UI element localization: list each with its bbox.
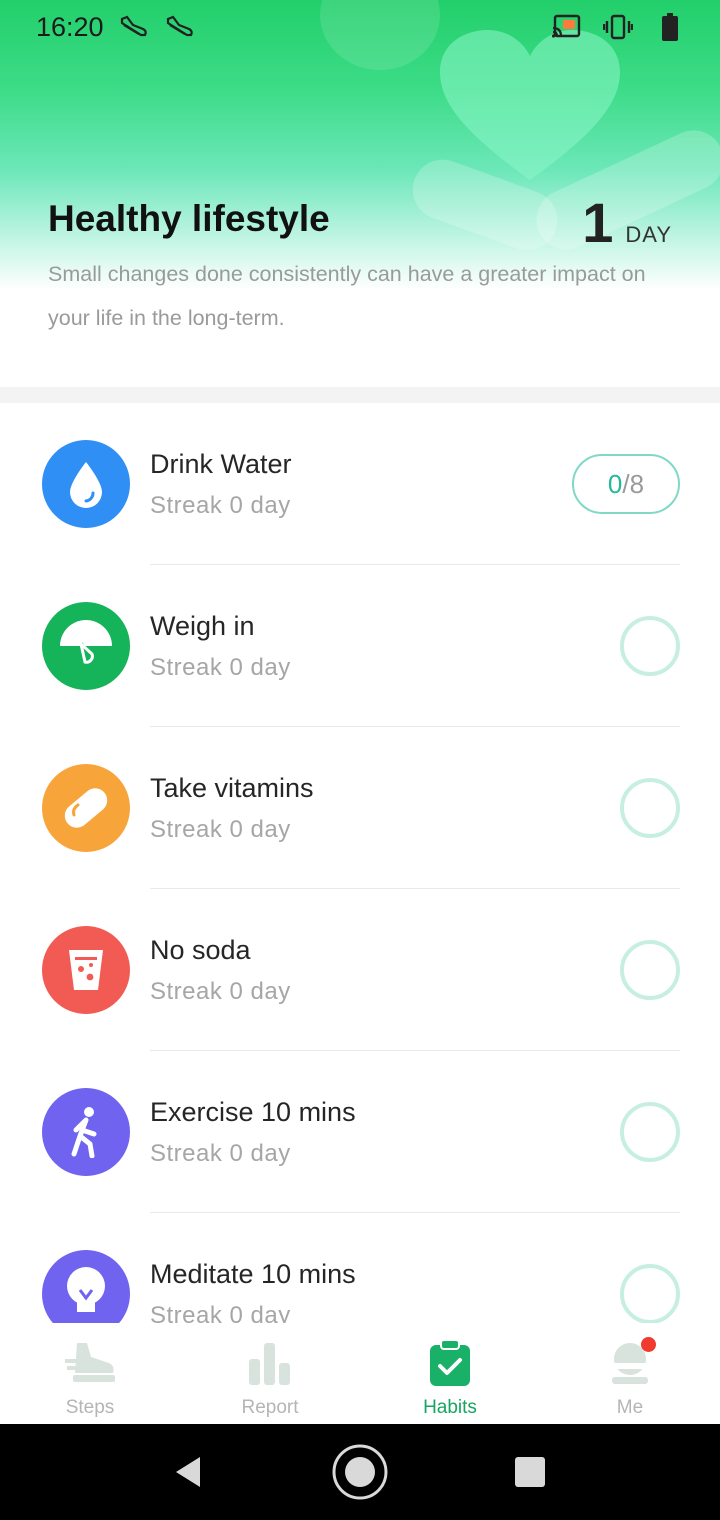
scale-icon [42, 602, 130, 690]
tab-label: Steps [65, 1397, 115, 1418]
bottom-tab-bar: Steps Report Habits Me [0, 1323, 720, 1424]
bar-chart-icon [242, 1335, 298, 1391]
tab-habits[interactable]: Habits [360, 1323, 540, 1424]
lightbulb-icon [42, 1250, 130, 1323]
habit-streak: Streak 0 day [150, 492, 291, 519]
counter-separator: / [622, 468, 630, 499]
status-bar: 16:20 [0, 0, 720, 54]
water-counter-button[interactable]: 0/8 [572, 454, 680, 514]
counter-total: 8 [629, 468, 645, 499]
battery-icon [654, 11, 686, 43]
habit-check-button[interactable] [620, 778, 680, 838]
page-subtitle: Small changes done consistently can have… [48, 262, 646, 330]
habit-check-button[interactable] [620, 1264, 680, 1323]
day-count-number: 1 [582, 191, 614, 254]
habit-item-take-vitamins[interactable]: Take vitamins Streak 0 day [0, 727, 720, 889]
habit-streak: Streak 0 day [150, 816, 291, 843]
tab-label: Report [241, 1397, 299, 1418]
habit-item-weigh-in[interactable]: Weigh in Streak 0 day [0, 565, 720, 727]
habit-item-exercise[interactable]: Exercise 10 mins Streak 0 day [0, 1051, 720, 1213]
vibrate-icon [602, 11, 634, 43]
water-drop-icon [42, 440, 130, 528]
habit-name: Take vitamins [150, 773, 314, 803]
habit-name: No soda [150, 935, 251, 965]
cast-icon [550, 11, 582, 43]
section-divider [0, 387, 720, 403]
habit-name: Drink Water [150, 449, 292, 479]
habit-name: Weigh in [150, 611, 255, 641]
day-count-unit: DAY [625, 222, 672, 247]
system-nav-bar [0, 1424, 720, 1520]
habit-check-button[interactable] [620, 1102, 680, 1162]
notification-badge [641, 1337, 656, 1352]
tab-me[interactable]: Me [540, 1323, 720, 1424]
habit-streak: Streak 0 day [150, 1302, 291, 1323]
tab-steps[interactable]: Steps [0, 1323, 180, 1424]
back-icon[interactable] [158, 1442, 218, 1502]
habit-streak: Streak 0 day [150, 1140, 291, 1167]
page-title: Healthy lifestyle [48, 198, 330, 239]
habit-item-drink-water[interactable]: Drink Water Streak 0 day 0/8 [0, 403, 720, 565]
recents-icon[interactable] [500, 1442, 560, 1502]
shoe-icon [118, 11, 150, 43]
tab-label: Me [616, 1397, 644, 1418]
habit-check-button[interactable] [620, 940, 680, 1000]
habit-item-no-soda[interactable]: No soda Streak 0 day [0, 889, 720, 1051]
habit-streak: Streak 0 day [150, 654, 291, 681]
habit-name: Meditate 10 mins [150, 1259, 356, 1289]
pill-icon [42, 764, 130, 852]
steps-icon [62, 1335, 118, 1391]
soda-cup-icon [42, 926, 130, 1014]
status-time: 16:20 [36, 11, 104, 42]
habit-name: Exercise 10 mins [150, 1097, 356, 1127]
counter-current: 0 [607, 468, 623, 499]
habit-check-button[interactable] [620, 616, 680, 676]
walking-person-icon [42, 1088, 130, 1176]
habit-streak: Streak 0 day [150, 978, 291, 1005]
tab-report[interactable]: Report [180, 1323, 360, 1424]
habit-list: Drink Water Streak 0 day 0/8 Weigh in St… [0, 403, 720, 1323]
tab-label: Habits [423, 1397, 477, 1418]
shoe-icon [164, 11, 196, 43]
habit-item-meditate[interactable]: Meditate 10 mins Streak 0 day [0, 1213, 720, 1323]
home-icon[interactable] [330, 1442, 390, 1502]
clipboard-check-icon [422, 1335, 478, 1391]
profile-icon [602, 1335, 658, 1391]
day-counter: 1 DAY [582, 190, 672, 255]
